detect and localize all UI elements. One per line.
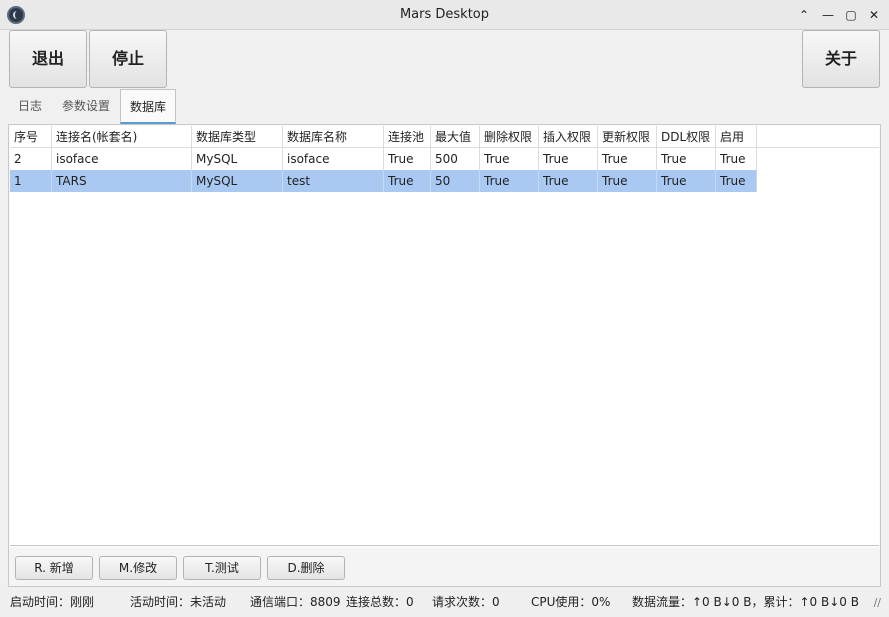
column-header[interactable]: 启用 [716, 126, 757, 148]
status-traffic: 数据流量：↑0 B↓0 B，累计：↑0 B↓0 B [632, 595, 859, 609]
column-header[interactable]: 连接池 [384, 126, 431, 148]
tab-log[interactable]: 日志 [8, 89, 52, 124]
table-cell: True [539, 148, 598, 170]
table-cell: True [657, 170, 716, 192]
column-header[interactable]: 更新权限 [598, 126, 657, 148]
column-header[interactable]: 删除权限 [480, 126, 539, 148]
chevron-up-icon[interactable]: ⌃ [796, 7, 812, 23]
table-cell: MySQL [192, 148, 283, 170]
edit-button[interactable]: M.修改 [99, 556, 177, 580]
title-bar: Mars Desktop ⌃ — ▢ ✕ [0, 0, 889, 30]
table-cell: 2 [10, 148, 52, 170]
table-header: 序号 连接名(帐套名) 数据库类型 数据库名称 连接池 最大值 删除权限 插入权… [10, 126, 879, 148]
maximize-icon[interactable]: ▢ [843, 7, 859, 23]
status-requests: 请求次数：0 [432, 595, 500, 609]
minimize-icon[interactable]: — [820, 7, 836, 23]
status-port: 通信端口：8809 [250, 595, 341, 609]
database-panel: 序号 连接名(帐套名) 数据库类型 数据库名称 连接池 最大值 删除权限 插入权… [8, 124, 881, 587]
table-row-selected[interactable]: 1 TARS MySQL test True 50 True True True… [10, 170, 757, 192]
table-cell: True [657, 148, 716, 170]
status-cpu: CPU使用：0% [531, 595, 611, 609]
add-button[interactable]: R. 新增 [15, 556, 93, 580]
table-cell: 500 [431, 148, 480, 170]
table-cell: test [283, 170, 384, 192]
table-cell: 50 [431, 170, 480, 192]
test-button[interactable]: T.测试 [183, 556, 261, 580]
resize-grip-icon[interactable]: ∕∕ [874, 596, 881, 609]
column-header[interactable]: 最大值 [431, 126, 480, 148]
table-cell: True [716, 170, 757, 192]
database-table[interactable]: 序号 连接名(帐套名) 数据库类型 数据库名称 连接池 最大值 删除权限 插入权… [10, 126, 879, 546]
table-cell: isoface [283, 148, 384, 170]
table-cell: True [480, 148, 539, 170]
table-cell: True [598, 170, 657, 192]
tab-database[interactable]: 数据库 [120, 89, 176, 124]
close-icon[interactable]: ✕ [866, 7, 882, 23]
tab-settings[interactable]: 参数设置 [54, 89, 118, 124]
window-title: Mars Desktop [399, 7, 490, 22]
delete-button[interactable]: D.删除 [267, 556, 345, 580]
exit-button[interactable]: 退出 [9, 30, 87, 88]
table-cell: 1 [10, 170, 52, 192]
table-cell: True [384, 148, 431, 170]
action-bar: R. 新增 M.修改 T.测试 D.删除 [9, 548, 880, 586]
column-header[interactable]: 数据库名称 [283, 126, 384, 148]
about-button[interactable]: 关于 [802, 30, 880, 88]
table-cell: MySQL [192, 170, 283, 192]
column-header[interactable]: 连接名(帐套名) [52, 126, 192, 148]
table-cell: True [539, 170, 598, 192]
status-active-time: 活动时间：未活动 [130, 595, 227, 609]
header-filler [757, 126, 879, 148]
status-connections: 连接总数：0 [346, 595, 414, 609]
status-bar: 启动时间：刚刚 活动时间：未活动 通信端口：8809 连接总数：0 请求次数：0… [0, 590, 889, 617]
table-cell: True [716, 148, 757, 170]
column-header[interactable]: 数据库类型 [192, 126, 283, 148]
column-header[interactable]: DDL权限 [657, 126, 716, 148]
status-start-time: 启动时间：刚刚 [10, 595, 95, 609]
table-cell: isoface [52, 148, 192, 170]
table-cell: True [384, 170, 431, 192]
table-cell: True [480, 170, 539, 192]
column-header[interactable]: 插入权限 [539, 126, 598, 148]
column-header[interactable]: 序号 [10, 126, 52, 148]
table-cell: TARS [52, 170, 192, 192]
table-cell: True [598, 148, 657, 170]
table-row[interactable]: 2 isoface MySQL isoface True 500 True Tr… [10, 148, 757, 170]
stop-button[interactable]: 停止 [89, 30, 167, 88]
